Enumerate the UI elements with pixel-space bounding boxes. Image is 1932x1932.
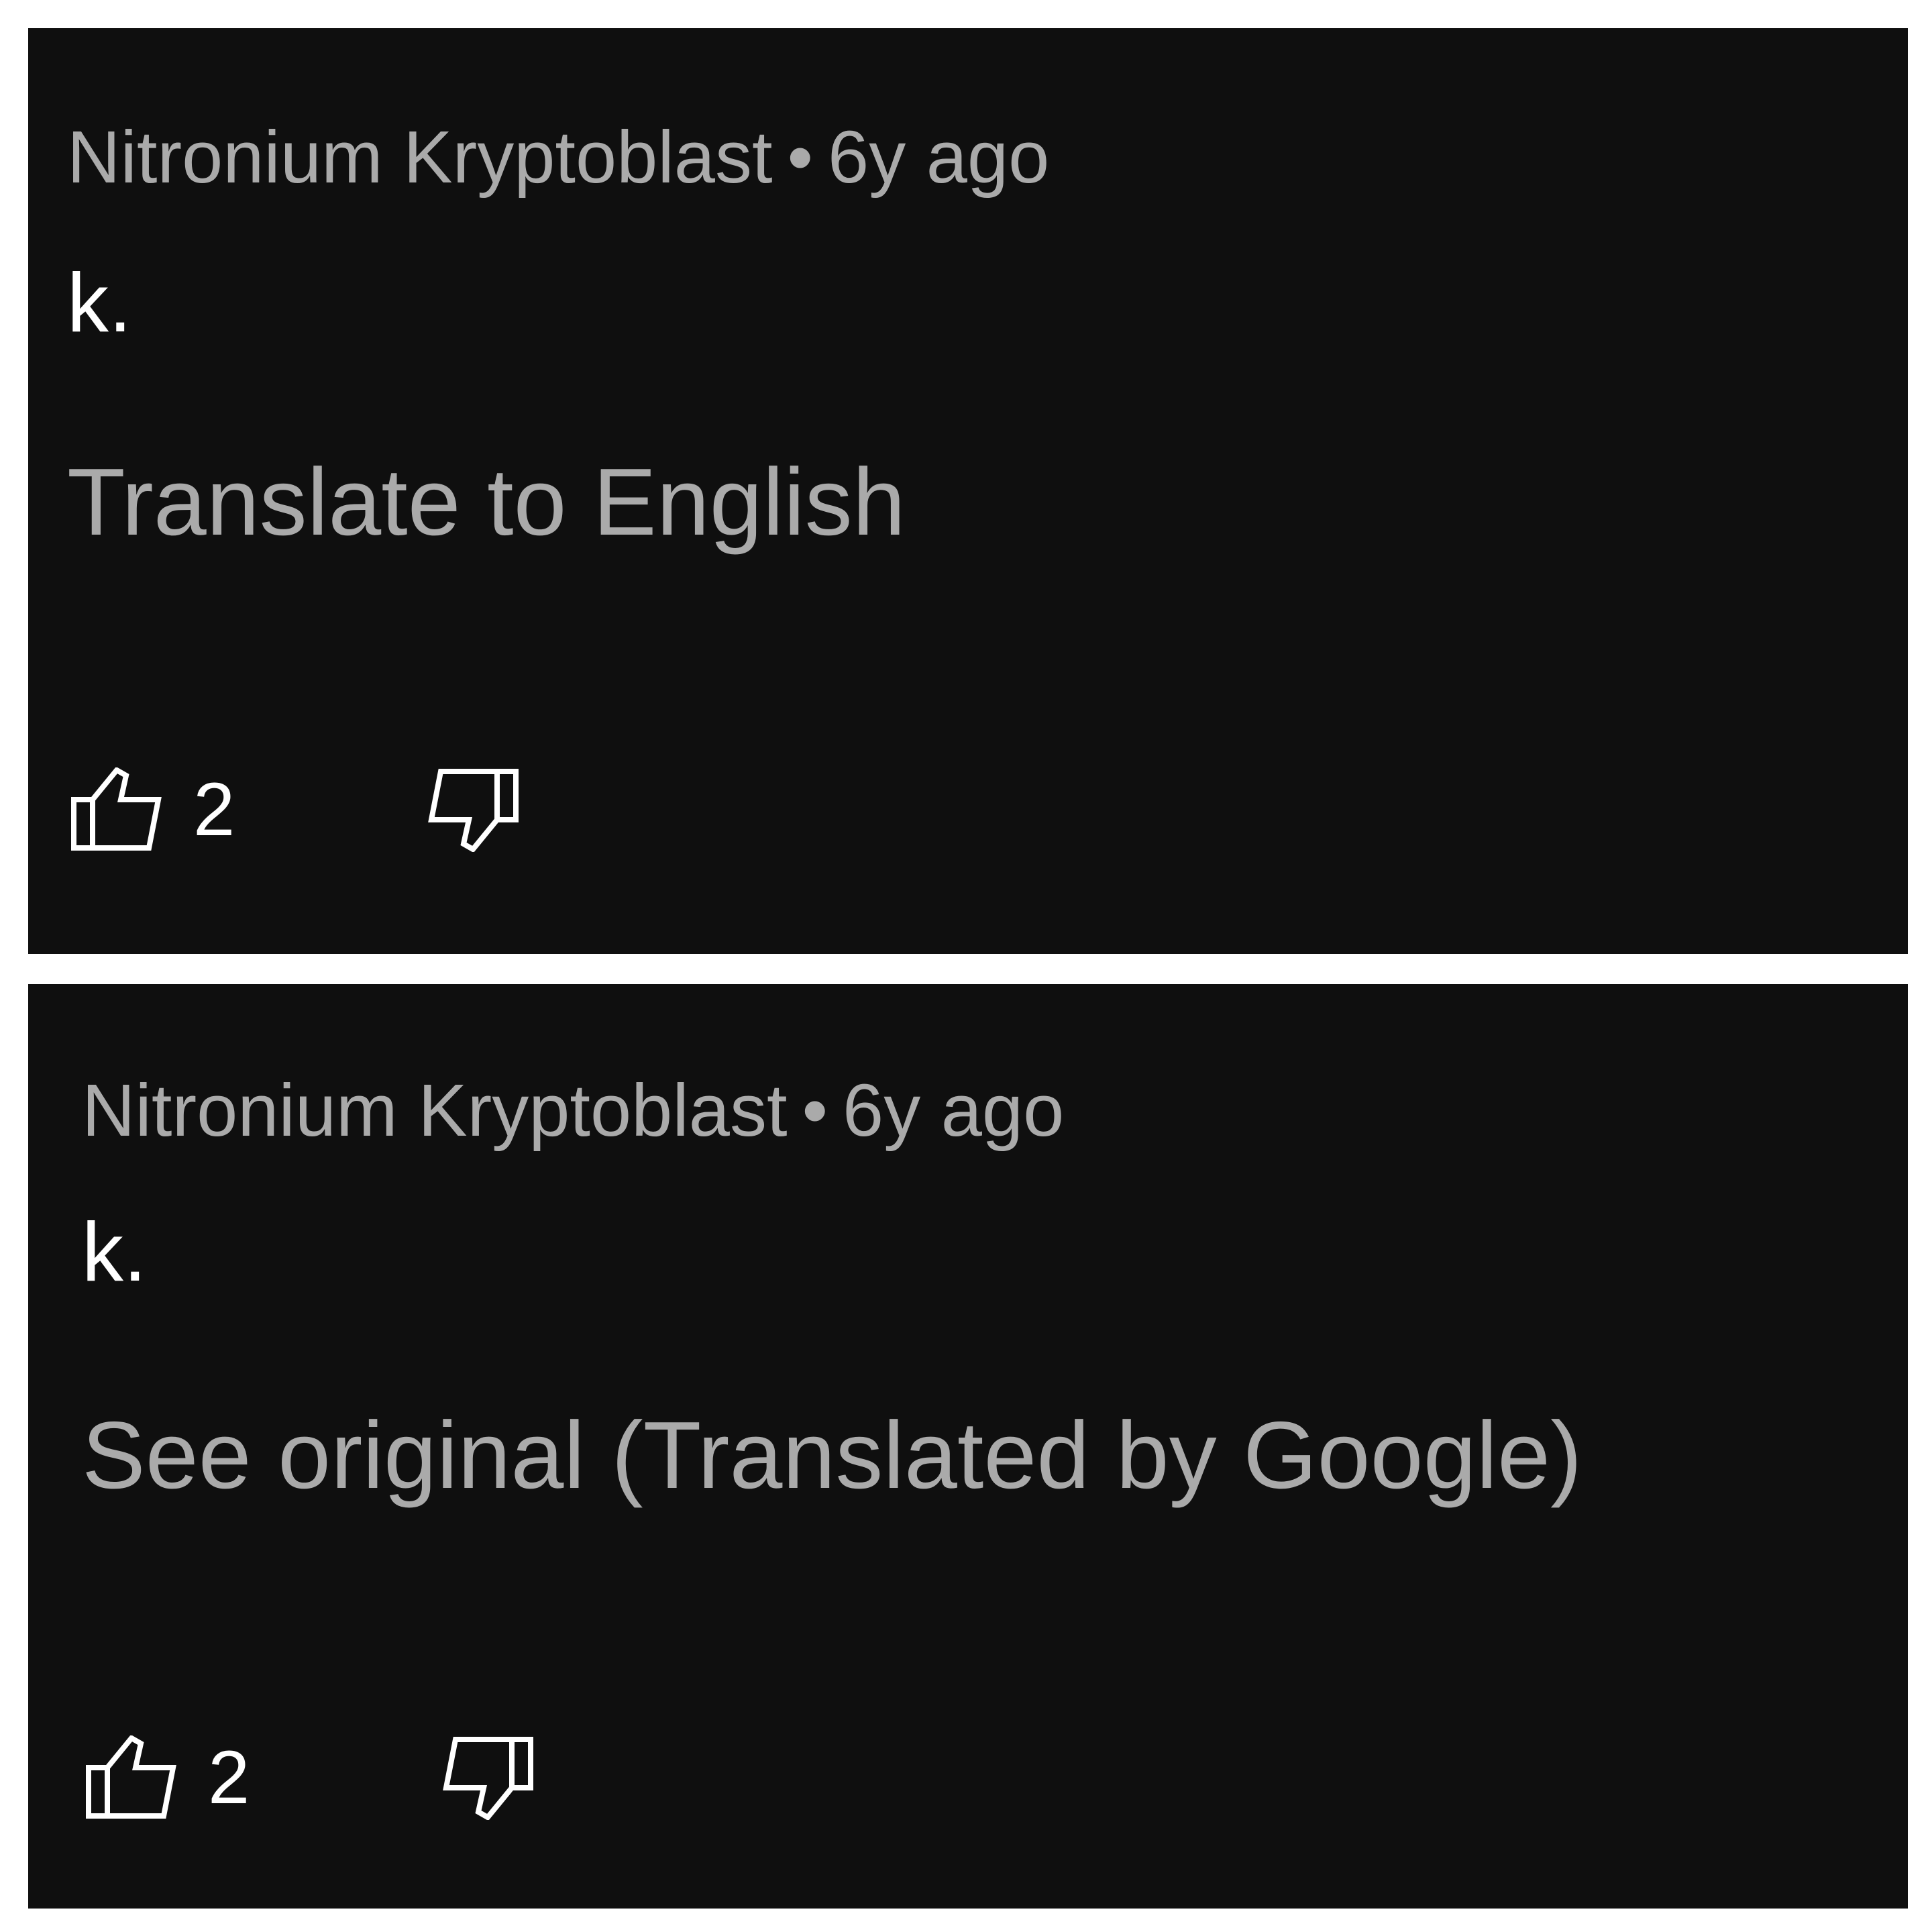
- comment-actions: 2: [70, 767, 520, 852]
- comment-author[interactable]: Nitronium Kryptoblast: [82, 1069, 788, 1152]
- dislike-button[interactable]: [426, 767, 520, 852]
- comment-actions: 2: [85, 1735, 535, 1820]
- thumbs-up-icon: [85, 1735, 178, 1820]
- comment-text: k.: [82, 1206, 147, 1299]
- comment-timestamp[interactable]: 6y ago: [843, 1069, 1064, 1152]
- like-count: 2: [208, 1735, 250, 1819]
- comment-timestamp[interactable]: 6y ago: [828, 116, 1049, 199]
- thumbs-down-icon: [441, 1735, 535, 1820]
- comment-card-translated: Nitronium Kryptoblast • 6y ago k. See orig…: [28, 984, 1908, 1909]
- thumbs-up-icon: [70, 767, 164, 852]
- comment-card-original: Nitronium Kryptoblast • 6y ago k. Translat…: [28, 28, 1908, 954]
- like-button[interactable]: 2: [85, 1735, 250, 1820]
- see-original-link[interactable]: See original (Translated by Google): [82, 1408, 1582, 1503]
- meta-separator: •: [787, 116, 814, 199]
- meta-separator: •: [802, 1069, 828, 1152]
- like-count: 2: [193, 767, 235, 851]
- comment-text: k.: [67, 257, 132, 350]
- comment-header: Nitronium Kryptoblast • 6y ago: [67, 121, 1049, 195]
- like-button[interactable]: 2: [70, 767, 235, 852]
- comment-header: Nitronium Kryptoblast • 6y ago: [82, 1074, 1064, 1148]
- comment-author[interactable]: Nitronium Kryptoblast: [67, 116, 773, 199]
- translate-to-english-link[interactable]: Translate to English: [67, 455, 906, 550]
- thumbs-down-icon: [426, 767, 520, 852]
- dislike-button[interactable]: [441, 1735, 535, 1820]
